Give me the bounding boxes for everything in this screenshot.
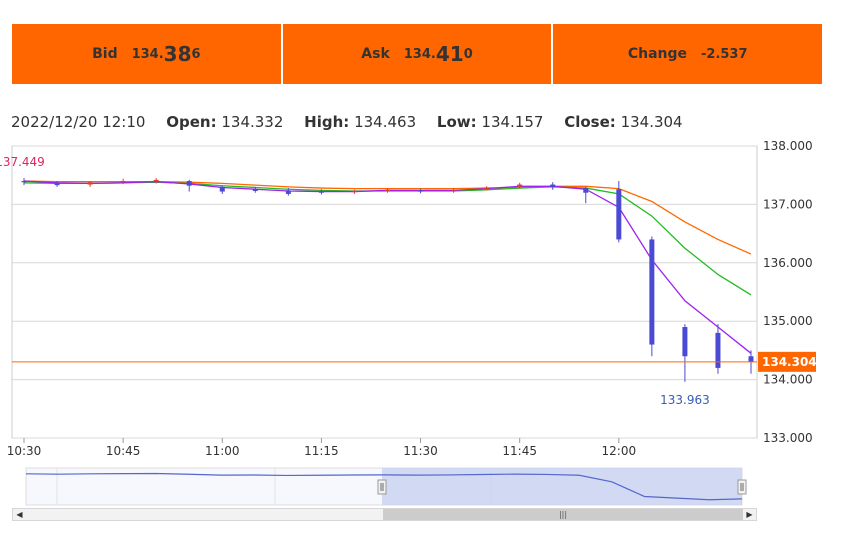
candle-body[interactable]: [21, 181, 27, 183]
candle-body[interactable]: [54, 183, 60, 186]
current-price-label: 134.304: [762, 355, 817, 369]
y-tick-label: 136.000: [763, 256, 813, 270]
candle-body[interactable]: [153, 179, 159, 182]
candle-body[interactable]: [484, 187, 490, 190]
candle-body[interactable]: [649, 239, 655, 345]
candle-body[interactable]: [550, 184, 556, 187]
candle-body[interactable]: [318, 191, 324, 193]
navigator-selection[interactable]: [382, 468, 742, 505]
y-tick-label: 134.000: [763, 373, 813, 387]
candle-body[interactable]: [517, 184, 523, 187]
candle-body[interactable]: [418, 190, 424, 192]
candle-body[interactable]: [748, 356, 754, 362]
candle-body[interactable]: [219, 186, 225, 192]
candle-body[interactable]: [682, 327, 688, 357]
candle-body[interactable]: [351, 190, 357, 193]
candle-body[interactable]: [87, 182, 93, 185]
x-tick-label: 11:30: [403, 444, 438, 458]
navigator-handle[interactable]: [377, 479, 387, 495]
max-price-label: 137.449: [0, 155, 45, 169]
min-price-label: 133.963: [660, 393, 710, 407]
scroll-left-arrow-icon[interactable]: ◀: [13, 509, 26, 520]
price-chart[interactable]: 133.000 134.000 135.000 136.000 137.000 138.0…: [0, 0, 859, 537]
navigator-handle[interactable]: [737, 479, 747, 495]
scroll-right-arrow-icon[interactable]: ▶: [743, 509, 756, 520]
scroll-thumb[interactable]: |||: [383, 509, 743, 520]
y-tick-label: 135.000: [763, 314, 813, 328]
candle-body[interactable]: [451, 190, 457, 192]
plot-area[interactable]: [11, 145, 758, 439]
candle-body[interactable]: [616, 189, 622, 240]
candle-body[interactable]: [583, 188, 589, 193]
navigator-scrollbar[interactable]: ◀ ||| ▶: [12, 508, 757, 521]
x-tick-label: 11:15: [304, 444, 339, 458]
candle-body[interactable]: [715, 332, 721, 368]
candle-body[interactable]: [385, 189, 390, 191]
x-tick-label: 11:00: [205, 444, 240, 458]
y-tick-label: 137.000: [763, 197, 813, 211]
candle-body[interactable]: [186, 181, 192, 186]
candle-body[interactable]: [120, 181, 126, 183]
candle-body[interactable]: [252, 189, 258, 191]
x-tick-label: 10:45: [106, 444, 141, 458]
x-tick-label: 11:45: [502, 444, 537, 458]
x-tick-label: 12:00: [602, 444, 637, 458]
candle-body[interactable]: [285, 190, 291, 194]
y-tick-label: 138.000: [763, 139, 813, 153]
x-tick-label: 10:30: [7, 444, 42, 458]
y-tick-label: 133.000: [763, 431, 813, 445]
